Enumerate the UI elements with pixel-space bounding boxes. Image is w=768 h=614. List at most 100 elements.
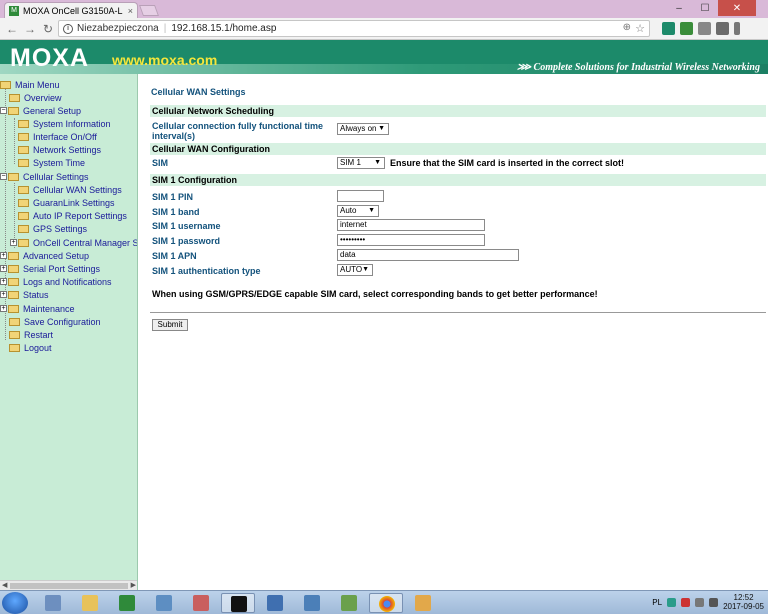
browser-menu-icon[interactable] [734, 22, 740, 35]
explorer-icon [45, 595, 61, 611]
sidebar-item-interface-on-off[interactable]: Interface On/Off [18, 130, 97, 143]
sidebar-item-cellular-wan-settings[interactable]: Cellular WAN Settings [18, 183, 122, 196]
sidebar-item-main-menu[interactable]: Main Menu [0, 78, 60, 91]
tray-volume-icon[interactable] [709, 597, 719, 607]
sidebar-item-logs-and-notifications[interactable]: + Logs and Notifications [0, 275, 112, 288]
sidebar-item-status[interactable]: + Status [0, 288, 49, 301]
sidebar-item-overview[interactable]: Overview [9, 91, 62, 104]
extension-box-icon[interactable] [716, 22, 729, 35]
tray-flag-icon[interactable] [681, 597, 691, 607]
scroll-right-arrow-icon[interactable]: ▶ [131, 581, 136, 589]
browser-tab-strip: M MOXA OnCell G3150A-L × – ☐ ✕ [0, 0, 768, 18]
sidebar-item-advanced-setup[interactable]: + Advanced Setup [0, 249, 89, 262]
sidebar-item-guaranlink-settings[interactable]: GuaranLink Settings [18, 196, 115, 209]
expand-icon[interactable]: + [0, 265, 7, 272]
sidebar-item-maintenance[interactable]: + Maintenance [0, 302, 75, 315]
expand-icon[interactable]: + [0, 291, 7, 298]
security-status: Niezabezpieczona [77, 23, 159, 34]
remote-desktop-icon [304, 595, 320, 611]
username-input[interactable]: internet [337, 219, 485, 231]
language-indicator[interactable]: PL [652, 598, 662, 607]
bookmark-star-icon[interactable]: ☆ [635, 22, 645, 35]
taskbar-app-chrome[interactable] [369, 593, 403, 613]
folder-icon [9, 317, 20, 326]
band-select[interactable]: Auto ▼ [337, 205, 379, 217]
zoom-icon[interactable]: ⊕ [623, 22, 631, 33]
sidebar-item-serial-port-settings[interactable]: + Serial Port Settings [0, 262, 100, 275]
window-close-button[interactable]: ✕ [718, 0, 756, 16]
sidebar-item-cellular-settings[interactable]: − Cellular Settings [0, 170, 89, 183]
sidebar-item-network-settings[interactable]: Network Settings [18, 143, 101, 156]
info-icon[interactable]: i [63, 23, 73, 34]
excel-icon [119, 595, 135, 611]
apn-input[interactable]: data [337, 249, 519, 261]
collapse-icon[interactable]: − [0, 107, 7, 114]
collapse-icon[interactable]: − [0, 173, 7, 180]
folder-icon [8, 251, 19, 260]
sidebar-item-oncell-central-manager-settings[interactable]: + OnCell Central Manager Settings [10, 236, 137, 249]
taskbar-app-snipping[interactable] [184, 593, 218, 613]
expand-icon[interactable]: + [10, 239, 17, 246]
sidebar-item-gps-settings[interactable]: GPS Settings [18, 222, 87, 235]
submit-button[interactable]: Submit [152, 319, 188, 331]
dropdown-arrow-icon: ▼ [378, 125, 385, 132]
sidebar-horizontal-scrollbar[interactable]: ◀ ▶ [0, 580, 137, 590]
taskbar-app-network[interactable] [258, 593, 292, 613]
tray-network-icon[interactable] [695, 597, 705, 607]
expand-icon[interactable]: + [0, 278, 7, 285]
taskbar-app-folder[interactable] [73, 593, 107, 613]
start-button[interactable] [2, 592, 28, 614]
sidebar-item-system-time[interactable]: System Time [18, 156, 85, 169]
expand-icon[interactable]: + [0, 252, 7, 259]
section-header-wan-config: Cellular WAN Configuration [150, 143, 766, 155]
extension-green-icon[interactable] [662, 22, 675, 35]
taskbar-app-cmd[interactable] [221, 593, 255, 613]
taskbar-app-tool[interactable] [147, 593, 181, 613]
scrollbar-thumb[interactable] [10, 583, 128, 589]
sim-select[interactable]: SIM 1 ▼ [337, 157, 385, 169]
expand-icon[interactable]: + [0, 305, 7, 312]
chrome-icon [379, 596, 395, 612]
maximize-button[interactable]: ☐ [692, 0, 718, 16]
moxa-header-banner: MOXA www.moxa.com ⋙ Complete Solutions f… [0, 40, 768, 74]
scissors-icon [193, 595, 209, 611]
tab-close-icon[interactable]: × [128, 6, 133, 16]
pin-input[interactable] [337, 190, 384, 202]
divider [150, 312, 766, 313]
taskbar-app-excel[interactable] [110, 593, 144, 613]
url-text: 192.168.15.1/home.asp [171, 23, 277, 34]
taskbar-app-remote[interactable] [295, 593, 329, 613]
apn-label: SIM 1 APN [152, 251, 197, 261]
moxa-site-text: www.moxa.com [112, 52, 218, 68]
fully-functional-select[interactable]: Always on ▼ [337, 123, 389, 135]
folder-icon [9, 330, 20, 339]
taskbar-app-explorer[interactable] [36, 593, 70, 613]
taskbar-app-paint[interactable] [406, 593, 440, 613]
new-tab-button[interactable] [138, 5, 160, 16]
sidebar-item-label: Auto IP Report Settings [33, 210, 127, 221]
extension-gray-icon[interactable] [698, 22, 711, 35]
window-controls: – ☐ ✕ [666, 0, 756, 16]
taskbar-clock[interactable]: 12:52 2017-09-05 [723, 593, 764, 611]
address-bar[interactable]: i Niezabezpieczona | 192.168.15.1/home.a… [58, 20, 650, 37]
sidebar-item-save-configuration[interactable]: Save Configuration [9, 315, 101, 328]
password-input[interactable]: ••••••••• [337, 234, 485, 246]
back-arrow-icon[interactable]: ← [4, 22, 20, 36]
forward-arrow-icon[interactable]: → [22, 22, 38, 36]
main-content: Cellular WAN Settings Cellular Network S… [148, 74, 766, 590]
tray-app-icon[interactable] [667, 597, 677, 607]
extension-check-icon[interactable] [680, 22, 693, 35]
sidebar-item-auto-ip-report-settings[interactable]: Auto IP Report Settings [18, 209, 127, 222]
sidebar-item-restart[interactable]: Restart [9, 328, 53, 341]
sidebar-item-label: Cellular Settings [23, 171, 89, 182]
auth-type-select[interactable]: AUTO ▼ [337, 264, 373, 276]
browser-tab[interactable]: M MOXA OnCell G3150A-L × [4, 2, 138, 18]
sidebar-item-label: System Information [33, 118, 111, 129]
reload-icon[interactable]: ↻ [40, 22, 56, 36]
taskbar-app-editor[interactable] [332, 593, 366, 613]
minimize-button[interactable]: – [666, 0, 692, 16]
sidebar-item-system-information[interactable]: System Information [18, 117, 111, 130]
scroll-left-arrow-icon[interactable]: ◀ [2, 581, 7, 589]
sidebar-item-logout[interactable]: Logout [9, 341, 52, 354]
sidebar-item-general-setup[interactable]: − General Setup [0, 104, 81, 117]
